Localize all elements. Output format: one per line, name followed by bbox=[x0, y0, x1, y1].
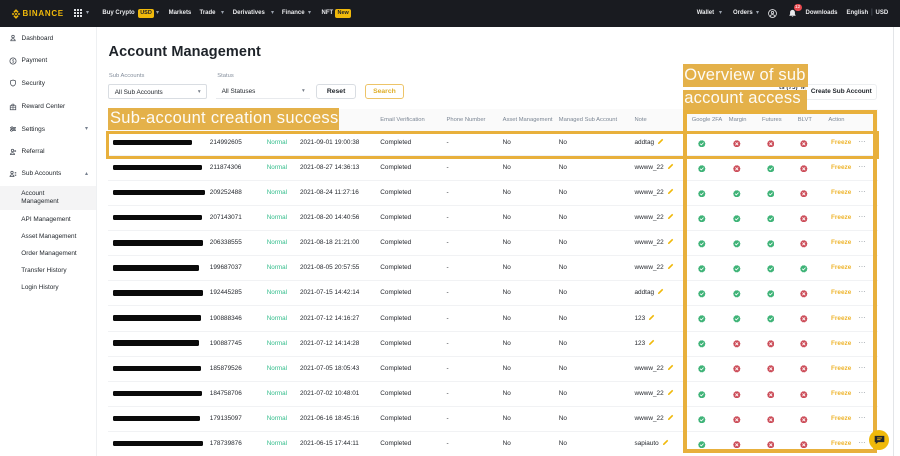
svg-text:$: $ bbox=[12, 58, 15, 63]
